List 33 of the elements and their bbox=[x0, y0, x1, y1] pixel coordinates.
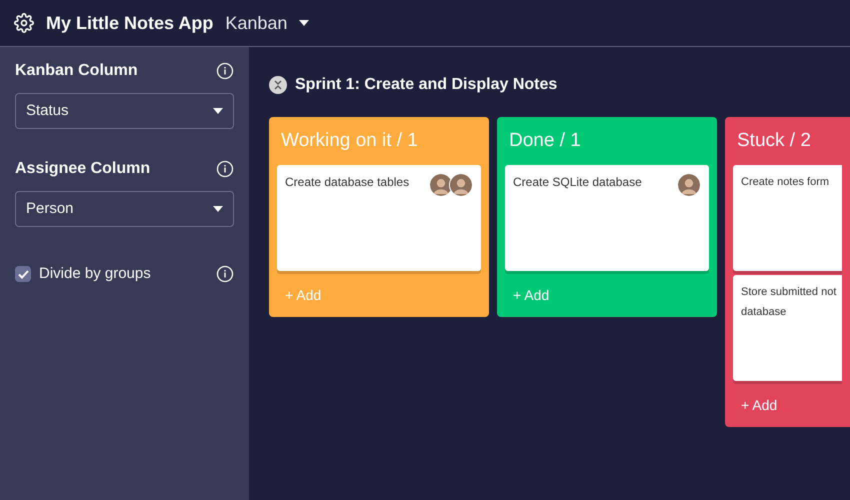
select-field[interactable]: Person bbox=[15, 191, 234, 227]
card-text: Create database tables bbox=[285, 174, 410, 190]
select-field[interactable]: Status bbox=[15, 93, 234, 129]
checkbox-label: Divide by groups bbox=[39, 264, 151, 284]
add-button[interactable]: + Add bbox=[725, 384, 794, 426]
column-title: Stuck / 2 bbox=[736, 129, 812, 153]
check-icon bbox=[18, 270, 28, 279]
column-title: Working on it / 1 bbox=[280, 129, 419, 153]
caret-icon bbox=[213, 206, 223, 212]
card-text: Store submitted not database bbox=[741, 284, 836, 320]
group-title: Sprint 1: Create and Display Notes bbox=[295, 75, 558, 95]
avatar-icon bbox=[449, 172, 473, 196]
task-card[interactable]: Create database tables bbox=[277, 164, 481, 270]
task-card[interactable]: Store submitted not database bbox=[733, 274, 842, 380]
avatar-icon bbox=[677, 172, 701, 196]
task-card[interactable]: Create SQLite database bbox=[505, 164, 709, 270]
field-label: Kanban Column bbox=[15, 61, 138, 81]
caret-icon bbox=[299, 20, 310, 26]
info-icon[interactable] bbox=[216, 265, 234, 284]
settings-icon[interactable] bbox=[14, 13, 34, 33]
column-title: Done / 1 bbox=[508, 129, 582, 153]
card-text: Create SQLite database bbox=[513, 174, 642, 190]
info-icon[interactable] bbox=[216, 62, 234, 80]
collapse-icon[interactable] bbox=[269, 76, 287, 94]
avatar-icon bbox=[429, 172, 453, 196]
field-label: Assignee Column bbox=[15, 159, 150, 179]
caret-icon bbox=[213, 108, 223, 114]
app-title: My Little Notes App bbox=[46, 12, 214, 35]
checkbox[interactable] bbox=[15, 266, 31, 282]
card-text: Create notes form bbox=[741, 174, 830, 190]
task-card[interactable]: Create notes form bbox=[733, 164, 842, 270]
info-icon[interactable] bbox=[216, 160, 234, 178]
view-dropdown[interactable]: Kanban bbox=[225, 10, 310, 36]
